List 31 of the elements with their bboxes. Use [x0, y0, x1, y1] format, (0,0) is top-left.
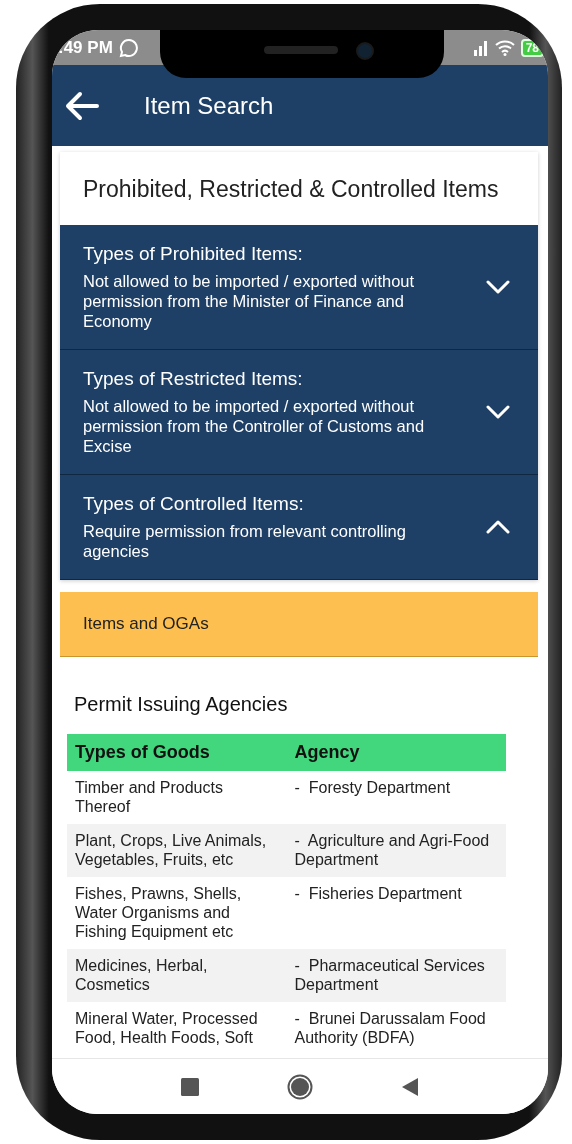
table-cell: - Fisheries Department — [286, 877, 506, 949]
table-cell: Plant, Crops, Live Animals, Vegetables, Fruits, etc — [67, 824, 287, 877]
table-cell: Medicines, Herbal, Cosmetics — [67, 949, 287, 1002]
table-cell: - Agriculture and Agri-Food Department — [286, 824, 506, 877]
card-title: Prohibited, Restricted & Controlled Items — [82, 175, 500, 204]
table-cell: Fishes, Prawns, Shells, Water Organisms and Fishing Equipment etc — [67, 877, 287, 949]
items-ogas-header[interactable]: Items and OGAs — [60, 592, 538, 657]
table-cell: - Pharmaceutical Services Department — [286, 949, 506, 1002]
wifi-icon — [494, 39, 515, 56]
section-description: Not allowed to be imported / exported without permission from the Minister of Finance and Economy — [83, 271, 416, 331]
section-description: Not allowed to be imported / exported without permission from the Controller of Customs and Excise — [83, 396, 426, 456]
section-title: Types of Restricted Items: — [83, 368, 304, 390]
column-header: Types of Goods — [67, 734, 287, 771]
section-title: Types of Controlled Items: — [83, 493, 305, 515]
column-header: Agency — [286, 734, 506, 771]
square-icon[interactable] — [181, 1077, 199, 1096]
signal-icon — [472, 39, 489, 56]
section-description: Require permission from relevant controlling agencies — [83, 521, 407, 561]
back-triangle-icon[interactable] — [401, 1076, 419, 1097]
screen-title: Item Search — [144, 91, 274, 120]
table-cell: - Foresty Department — [286, 771, 506, 824]
chat-bubble-icon — [118, 37, 139, 58]
accordion-header[interactable]: Types of Prohibited Items: Not allowed to be imported / exported without permission from the Minister of Finance and Economy — [60, 225, 538, 350]
back-button[interactable] — [64, 90, 100, 121]
status-time: :49 PM — [58, 37, 113, 58]
accordion-header[interactable]: Types of Controlled Items: Require permission from relevant controlling agencies — [60, 475, 538, 580]
home-icon[interactable] — [287, 1073, 313, 1100]
section-heading: Permit Issuing Agencies — [74, 693, 289, 716]
accordion-header[interactable]: Types of Restricted Items: Not allowed to be imported / exported without permission from the Controller of Customs and Excise — [60, 350, 538, 475]
table-cell: Timber and Products Thereof — [67, 771, 287, 824]
section-title: Types of Prohibited Items: — [83, 243, 304, 265]
